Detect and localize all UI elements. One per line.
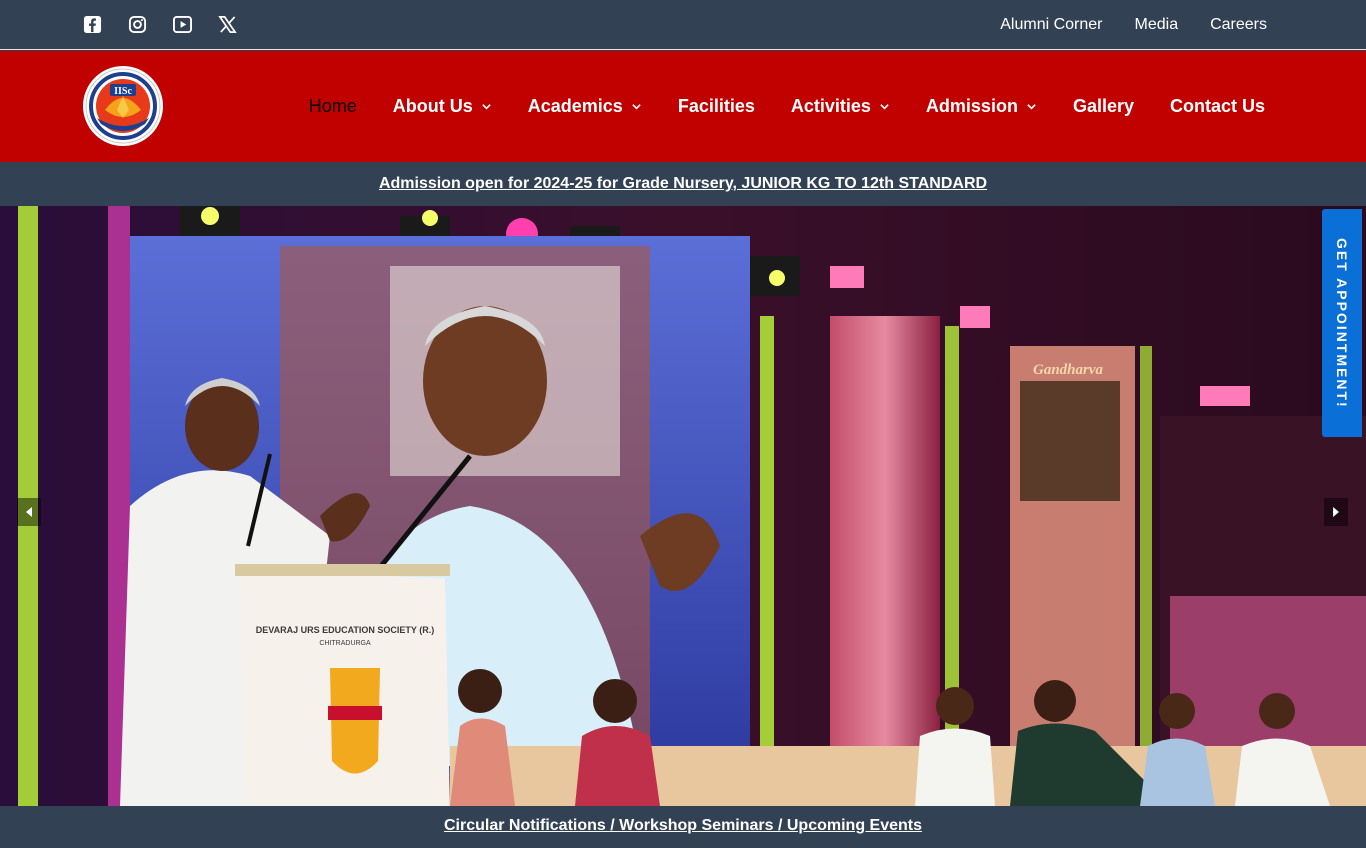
- get-appointment-label: GET APPOINTMENT!: [1334, 237, 1350, 409]
- nav-activities-label: Activities: [790, 96, 871, 116]
- nav-admission-label: Admission: [925, 96, 1018, 116]
- bottom-links-bar: Circular Notifications / Workshop Semina…: [0, 806, 1366, 848]
- announcement-bar: Admission open for 2024-25 for Grade Nur…: [0, 162, 1366, 206]
- main-nav: Home About Us Academics Facilities Activ…: [309, 95, 1265, 117]
- careers-link[interactable]: Careers: [1210, 15, 1267, 35]
- podium-text-line1: DEVARAJ URS EDUCATION SOCIETY (R.): [256, 625, 435, 635]
- nav-admission[interactable]: Admission: [926, 95, 1037, 117]
- media-link[interactable]: Media: [1135, 15, 1179, 35]
- nav-gallery[interactable]: Gallery: [1073, 95, 1134, 117]
- nav-about-us-label: About Us: [392, 96, 473, 116]
- nav-activities[interactable]: Activities: [791, 95, 890, 117]
- hero-slider: Gandharva DEVARAJ URS EDUCATION SOCIETY …: [0, 206, 1366, 806]
- get-appointment-button[interactable]: GET APPOINTMENT!: [1322, 209, 1362, 437]
- admission-announcement-link[interactable]: Admission open for 2024-25 for Grade Nur…: [379, 175, 987, 192]
- top-bar: Alumni Corner Media Careers: [0, 0, 1366, 50]
- chevron-down-icon: [482, 103, 491, 110]
- nav-home[interactable]: Home: [309, 95, 357, 117]
- nav-academics-label: Academics: [527, 96, 623, 116]
- nav-gallery-label: Gallery: [1072, 96, 1134, 116]
- instagram-icon[interactable]: [128, 15, 147, 34]
- nav-facilities-label: Facilities: [677, 96, 755, 116]
- alumni-corner-link[interactable]: Alumni Corner: [1000, 15, 1102, 35]
- podium-text-line2: CHITRADURGA: [319, 640, 371, 647]
- hero-slide-image: Gandharva DEVARAJ URS EDUCATION SOCIETY …: [0, 206, 1366, 806]
- chevron-down-icon: [880, 103, 889, 110]
- nav-home-label: Home: [308, 96, 357, 116]
- x-twitter-icon[interactable]: [218, 15, 237, 34]
- nav-about-us[interactable]: About Us: [393, 95, 492, 117]
- youtube-icon[interactable]: [173, 15, 192, 34]
- slider-next-button[interactable]: [1324, 498, 1348, 526]
- nav-facilities[interactable]: Facilities: [678, 95, 755, 117]
- stage-banner-text: Gandharva: [1033, 362, 1104, 378]
- chevron-down-icon: [1027, 103, 1036, 110]
- main-header: IISc Home About Us Academics Facilities …: [0, 51, 1366, 162]
- school-logo[interactable]: IISc: [83, 66, 163, 146]
- nav-contact-us-label: Contact Us: [1169, 96, 1265, 116]
- social-links: [83, 15, 237, 34]
- circular-notifications-link[interactable]: Circular Notifications / Workshop Semina…: [444, 817, 922, 834]
- arrow-left-icon: [26, 507, 32, 517]
- nav-academics[interactable]: Academics: [528, 95, 642, 117]
- logo-text: IISc: [114, 86, 132, 97]
- chevron-down-icon: [632, 103, 641, 110]
- top-links: Alumni Corner Media Careers: [1000, 15, 1267, 35]
- nav-contact-us[interactable]: Contact Us: [1170, 95, 1265, 117]
- arrow-right-icon: [1333, 507, 1339, 517]
- facebook-icon[interactable]: [83, 15, 102, 34]
- slider-prev-button[interactable]: [17, 498, 41, 526]
